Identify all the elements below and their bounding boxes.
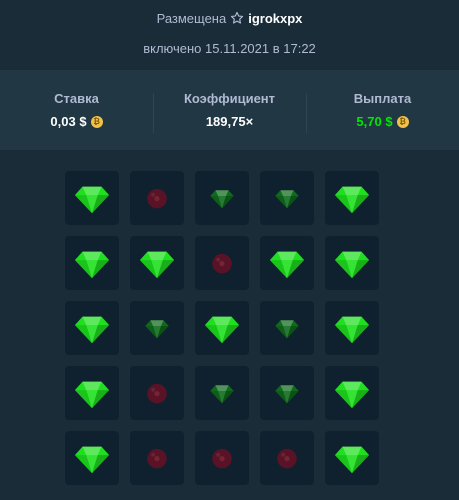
gem-icon	[333, 439, 371, 477]
tile-gem[interactable]	[65, 236, 119, 290]
gem-icon	[209, 380, 235, 406]
gem-icon	[73, 374, 111, 412]
tile-gem[interactable]	[130, 236, 184, 290]
gem-icon	[73, 439, 111, 477]
payout-stat: Выплата 5,70 $ ₿	[306, 91, 459, 133]
tile-gem-dim[interactable]	[260, 171, 314, 225]
gem-icon	[274, 315, 300, 341]
tile-mine-dim[interactable]	[195, 431, 249, 485]
mine-icon	[274, 445, 300, 471]
gem-icon	[333, 374, 371, 412]
mines-board	[65, 171, 379, 485]
tile-gem[interactable]	[325, 171, 379, 225]
gem-icon	[333, 244, 371, 282]
tile-gem[interactable]	[65, 171, 119, 225]
bet-stat: Ставка 0,03 $ ₿	[0, 91, 153, 129]
bet-label: Ставка	[54, 91, 99, 106]
mine-icon	[144, 185, 170, 211]
gem-icon	[274, 185, 300, 211]
gem-icon	[333, 309, 371, 347]
gem-icon	[268, 244, 306, 282]
coin-icon: ₿	[396, 115, 409, 128]
tile-mine-dim[interactable]	[260, 431, 314, 485]
tile-gem[interactable]	[65, 301, 119, 355]
tile-gem[interactable]	[325, 366, 379, 420]
payout-value-row: 5,70 $ ₿	[306, 114, 459, 129]
tile-gem[interactable]	[65, 366, 119, 420]
tile-mine-dim[interactable]	[195, 236, 249, 290]
gem-icon	[73, 179, 111, 217]
payout-label: Выплата	[353, 91, 412, 106]
star-icon	[230, 11, 244, 25]
tile-gem[interactable]	[325, 431, 379, 485]
gem-icon	[144, 315, 170, 341]
tile-mine-dim[interactable]	[130, 171, 184, 225]
tile-gem[interactable]	[325, 236, 379, 290]
mine-icon	[209, 250, 235, 276]
tile-gem[interactable]	[195, 301, 249, 355]
tile-gem-dim[interactable]	[260, 301, 314, 355]
payout-value: 5,70 $	[356, 114, 393, 129]
gem-icon	[209, 185, 235, 211]
bet-value-row: 0,03 $ ₿	[0, 114, 153, 129]
stats-bar: Ставка 0,03 $ ₿ Коэффициент 189,75× Выпл…	[0, 70, 459, 150]
tile-gem[interactable]	[325, 301, 379, 355]
multiplier-label: Коэффициент	[183, 91, 276, 106]
bet-value: 0,03 $	[50, 114, 87, 129]
coin-icon: ₿	[90, 115, 103, 128]
tile-gem-dim[interactable]	[195, 171, 249, 225]
gem-icon	[203, 309, 241, 347]
gem-icon	[73, 244, 111, 282]
tile-mine-dim[interactable]	[130, 431, 184, 485]
placed-label: Размещена	[156, 10, 227, 26]
gem-icon	[138, 244, 176, 282]
placed-by-line: Размещена igrokxpx	[0, 9, 459, 27]
bet-header: Размещена igrokxpx включено 15.11.2021 в…	[0, 0, 459, 59]
tile-mine-dim[interactable]	[130, 366, 184, 420]
tile-gem-dim[interactable]	[130, 301, 184, 355]
tile-gem-dim[interactable]	[195, 366, 249, 420]
mine-icon	[144, 445, 170, 471]
multiplier-value: 189,75×	[205, 114, 254, 129]
gem-icon	[333, 179, 371, 217]
gem-icon	[274, 380, 300, 406]
tile-gem[interactable]	[260, 236, 314, 290]
mine-icon	[209, 445, 235, 471]
username-link[interactable]: igrokxpx	[248, 11, 302, 26]
tile-gem-dim[interactable]	[260, 366, 314, 420]
multiplier-value-row: 189,75×	[153, 114, 306, 129]
multiplier-stat: Коэффициент 189,75×	[153, 91, 306, 133]
mine-icon	[144, 380, 170, 406]
bet-date: включено 15.11.2021 в 17:22	[143, 41, 316, 56]
tile-gem[interactable]	[65, 431, 119, 485]
gem-icon	[73, 309, 111, 347]
